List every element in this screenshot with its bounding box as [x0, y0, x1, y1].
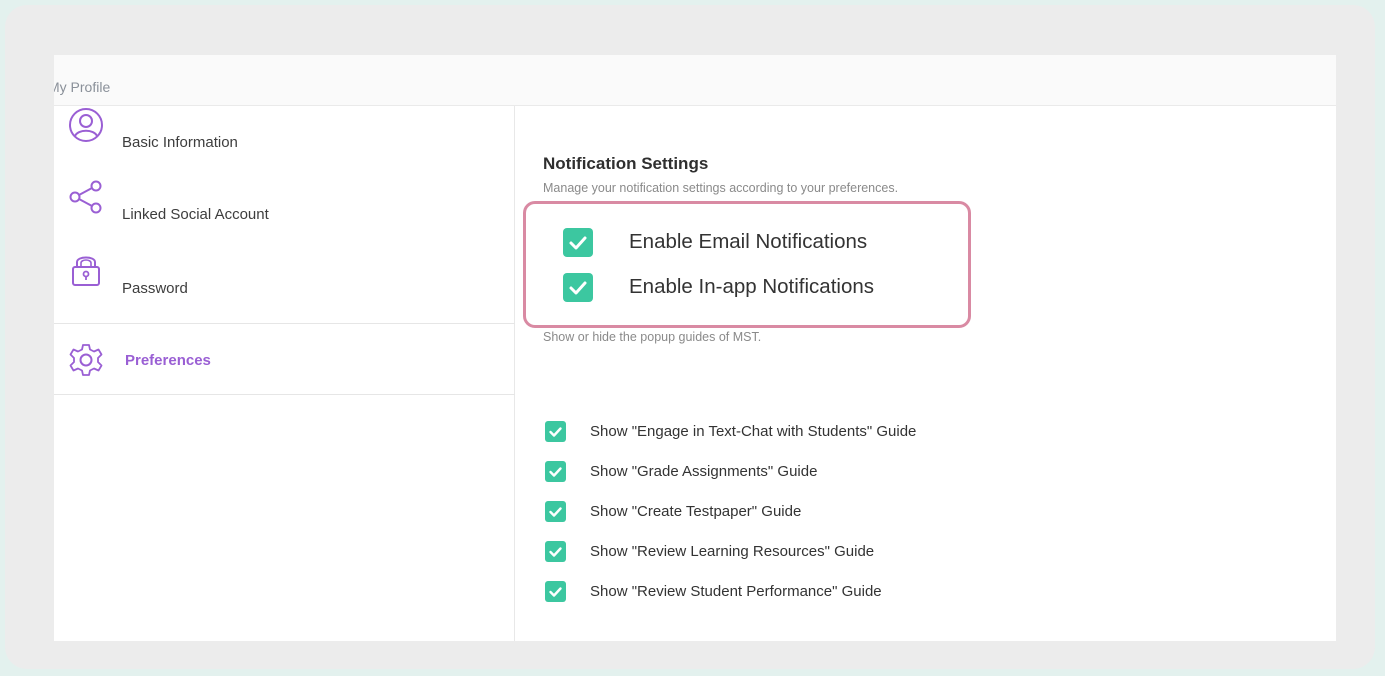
sidebar-item-label: Preferences: [125, 352, 211, 369]
lock-icon: [67, 250, 105, 288]
guide-checkbox[interactable]: [545, 541, 566, 562]
checkmark-icon: [549, 427, 562, 437]
guide-checkbox[interactable]: [545, 421, 566, 442]
app-frame: My Profile Basic Information Linked Soci…: [5, 5, 1375, 669]
guide-checkbox[interactable]: [545, 501, 566, 522]
sidebar: Basic Information Linked Social Account: [54, 106, 515, 641]
popup-guides-description: Show or hide the popup guides of MST.: [543, 330, 762, 344]
in-app-notifications-checkbox[interactable]: [563, 273, 593, 302]
guide-label: Show "Review Learning Resources" Guide: [590, 543, 875, 560]
guide-checkbox[interactable]: [545, 581, 566, 602]
sidebar-item-label: Basic Information: [122, 134, 238, 151]
sidebar-item-linked-social-account[interactable]: Linked Social Account: [54, 178, 515, 250]
checkmark-icon: [569, 281, 587, 295]
share-icon: [67, 178, 105, 216]
gear-icon: [67, 341, 105, 379]
sidebar-item-password[interactable]: Password: [54, 250, 515, 322]
user-circle-icon: [67, 106, 105, 144]
email-notifications-label: Enable Email Notifications: [629, 230, 868, 253]
checkmark-icon: [549, 467, 562, 477]
sidebar-item-label: Linked Social Account: [122, 206, 269, 223]
profile-panel: My Profile Basic Information Linked Soci…: [54, 55, 1336, 641]
checkmark-icon: [549, 547, 562, 557]
sidebar-item-preferences[interactable]: Preferences: [54, 323, 515, 395]
page-title: My Profile: [54, 79, 111, 95]
guide-label: Show "Review Student Performance" Guide: [590, 583, 882, 600]
guide-label: Show "Create Testpaper" Guide: [590, 503, 802, 520]
checkmark-icon: [549, 587, 562, 597]
notification-options-highlight: Enable Email Notifications Enable In-app…: [523, 201, 971, 328]
page-header: My Profile: [54, 55, 1336, 106]
notification-settings-heading: Notification Settings: [543, 154, 709, 173]
guide-label: Show "Grade Assignments" Guide: [590, 463, 818, 480]
checkmark-icon: [569, 236, 587, 250]
preferences-content: Notification Settings Manage your notifi…: [515, 106, 1336, 641]
guide-label: Show "Engage in Text-Chat with Students"…: [590, 423, 917, 440]
notification-settings-description: Manage your notification settings accord…: [543, 181, 899, 195]
email-notifications-checkbox[interactable]: [563, 228, 593, 257]
guide-checkbox[interactable]: [545, 461, 566, 482]
in-app-notifications-label: Enable In-app Notifications: [629, 275, 875, 298]
sidebar-item-basic-information[interactable]: Basic Information: [54, 106, 515, 178]
checkmark-icon: [549, 507, 562, 517]
sidebar-item-label: Password: [122, 280, 188, 297]
